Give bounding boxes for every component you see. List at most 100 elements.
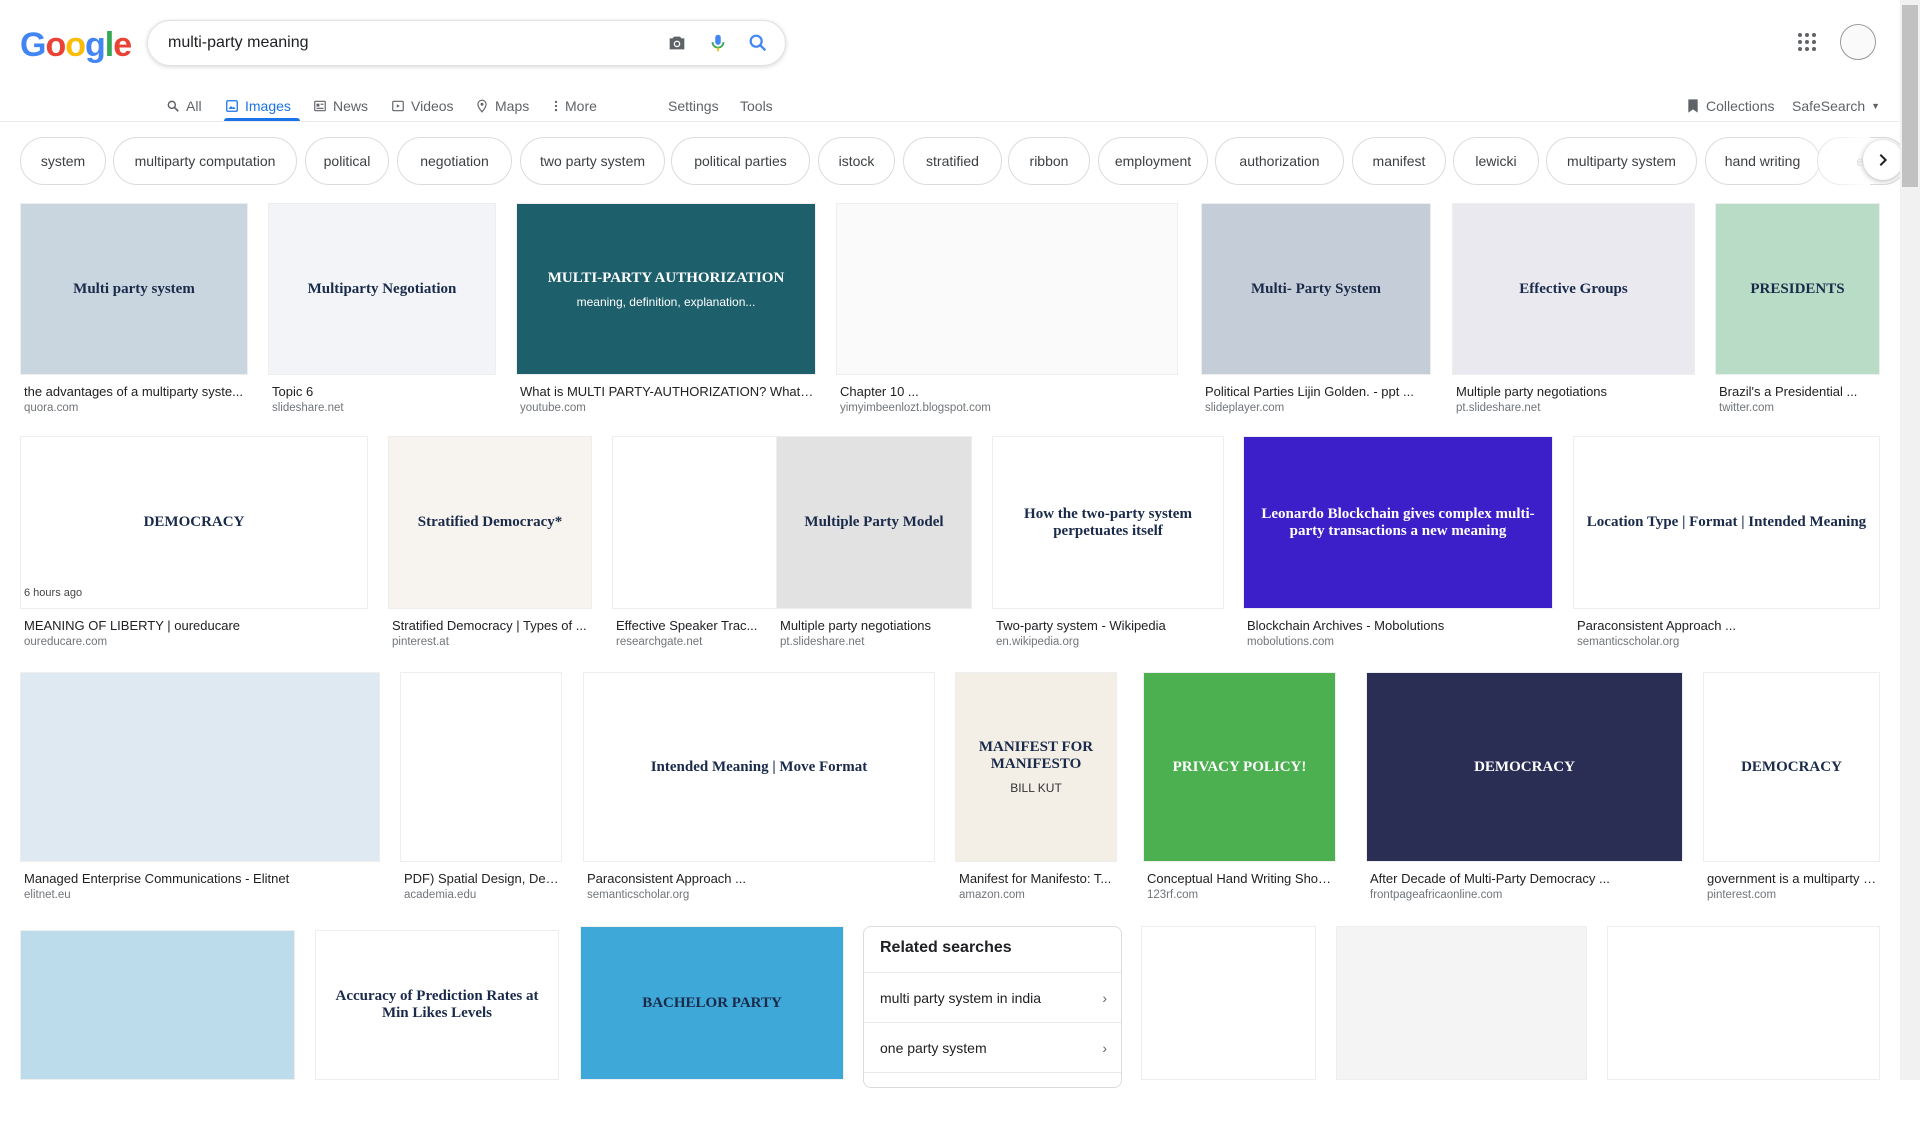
result-source[interactable]: quora.com xyxy=(24,402,78,414)
chip-political[interactable]: political xyxy=(305,137,389,185)
image-result[interactable]: Chapter 10 ... yimyimbeenlozt.blogspot.co… xyxy=(836,203,1178,419)
result-title[interactable]: What is MULTI PARTY-AUTHORIZATION? What … xyxy=(520,384,814,399)
result-title[interactable]: Brazil's a Presidential ... xyxy=(1719,384,1878,399)
image-result[interactable]: BACHELOR PARTY xyxy=(580,926,844,1124)
result-thumbnail[interactable]: DEMOCRACY xyxy=(20,436,368,609)
result-title[interactable]: Chapter 10 ... xyxy=(840,384,1176,399)
result-title[interactable]: Multiple party negotiations xyxy=(1456,384,1693,399)
microphone-icon[interactable] xyxy=(706,31,730,55)
result-source[interactable]: semanticscholar.org xyxy=(587,889,689,901)
result-title[interactable]: the advantages of a multiparty syste... xyxy=(24,384,246,399)
tab-videos[interactable]: Videos xyxy=(391,90,454,122)
chip-two-party-system[interactable]: two party system xyxy=(520,137,665,185)
image-result[interactable]: Multiparty Negotiation Topic 6 slideshare.… xyxy=(268,203,496,419)
result-thumbnail[interactable]: Location Type | Format | Intended Meanin… xyxy=(1573,436,1880,609)
result-title[interactable]: After Decade of Multi-Party Democracy ..… xyxy=(1370,871,1681,886)
settings-link[interactable]: Settings xyxy=(668,90,719,122)
related-search-item[interactable]: one party system › xyxy=(864,1022,1121,1072)
google-logo[interactable]: Google xyxy=(20,26,132,65)
tab-more[interactable]: More xyxy=(553,90,597,122)
image-result[interactable]: MULTI-PARTY AUTHORIZATION meaning, defini… xyxy=(516,203,816,419)
chip-multiparty-computation[interactable]: multiparty computation xyxy=(113,137,297,185)
result-title[interactable]: Paraconsistent Approach ... xyxy=(1577,618,1878,633)
result-source[interactable]: pt.slideshare.net xyxy=(780,636,864,648)
result-source[interactable]: elitnet.eu xyxy=(24,889,71,901)
result-title[interactable]: Effective Speaker Trac... xyxy=(616,618,790,633)
image-result[interactable]: Multi party system the advantages of a mu… xyxy=(20,203,248,419)
result-source[interactable]: frontpageafricaonline.com xyxy=(1370,889,1502,901)
image-result[interactable] xyxy=(20,930,295,1124)
chip-employment[interactable]: employment xyxy=(1098,137,1208,185)
image-result[interactable] xyxy=(1336,926,1587,1124)
image-result[interactable]: PRESIDENTS Brazil's a Presidential ... twi… xyxy=(1715,203,1880,419)
result-source[interactable]: academia.edu xyxy=(404,889,476,901)
image-result[interactable]: How the two-party system perpetuates its… xyxy=(992,436,1224,653)
image-result[interactable]: Accuracy of Prediction Rates at Min Like… xyxy=(315,930,559,1124)
result-thumbnail[interactable]: PRIVACY POLICY! xyxy=(1143,672,1336,862)
search-icon[interactable] xyxy=(746,31,770,55)
tab-maps[interactable]: Maps xyxy=(475,90,529,122)
result-source[interactable]: youtube.com xyxy=(520,402,586,414)
scrollbar-thumb[interactable] xyxy=(1902,5,1918,187)
apps-grid-icon[interactable] xyxy=(1795,30,1819,54)
result-thumbnail[interactable]: DEMOCRACY xyxy=(1703,672,1880,862)
result-thumbnail[interactable] xyxy=(1607,926,1880,1080)
camera-icon[interactable] xyxy=(665,31,689,55)
result-title[interactable]: government is a multiparty d... xyxy=(1707,871,1878,886)
chip-political-parties[interactable]: political parties xyxy=(671,137,810,185)
result-source[interactable]: semanticscholar.org xyxy=(1577,636,1679,648)
result-thumbnail[interactable]: Effective Groups xyxy=(1452,203,1695,375)
result-thumbnail[interactable]: Multiparty Negotiation xyxy=(268,203,496,375)
chip-system[interactable]: system xyxy=(20,137,106,185)
result-title[interactable]: Political Parties Lijin Golden. - ppt ..… xyxy=(1205,384,1429,399)
result-thumbnail[interactable] xyxy=(400,672,562,862)
result-thumbnail[interactable]: Intended Meaning | Move Format xyxy=(583,672,935,862)
image-result[interactable]: Stratified Democracy* Stratified Democrac… xyxy=(388,436,592,653)
result-thumbnail[interactable] xyxy=(1336,926,1587,1080)
image-result[interactable]: Multi- Party System Political Parties Lij… xyxy=(1201,203,1431,419)
search-input[interactable] xyxy=(166,31,650,55)
image-result[interactable]: Multiple Party Model Multiple party negot… xyxy=(776,436,972,653)
result-title[interactable]: Multiple party negotiations xyxy=(780,618,970,633)
result-thumbnail[interactable] xyxy=(836,203,1178,375)
collections-link[interactable]: Collections xyxy=(1686,90,1774,122)
result-title[interactable]: Blockchain Archives - Mobolutions xyxy=(1247,618,1551,633)
avatar[interactable] xyxy=(1840,24,1876,60)
image-result[interactable]: PDF) Spatial Design, Des... academia.edu xyxy=(400,672,562,906)
image-result[interactable]: Effective Speaker Trac... researchgate.ne… xyxy=(612,436,792,653)
result-thumbnail[interactable]: How the two-party system perpetuates its… xyxy=(992,436,1224,609)
image-result[interactable] xyxy=(1607,926,1880,1124)
result-title[interactable]: MEANING OF LIBERTY | oureducare xyxy=(24,618,366,633)
result-source[interactable]: amazon.com xyxy=(959,889,1025,901)
result-thumbnail[interactable]: Stratified Democracy* xyxy=(388,436,592,609)
image-result[interactable]: Location Type | Format | Intended Meanin… xyxy=(1573,436,1880,653)
result-thumbnail[interactable]: Multiple Party Model xyxy=(776,436,972,609)
result-thumbnail[interactable]: MANIFEST FOR MANIFESTO BILL KUT xyxy=(955,672,1117,862)
tab-news[interactable]: News xyxy=(313,90,368,122)
chip-multiparty-system[interactable]: multiparty system xyxy=(1546,137,1697,185)
chip-manifest[interactable]: manifest xyxy=(1352,137,1446,185)
result-title[interactable]: Stratified Democracy | Types of ... xyxy=(392,618,590,633)
image-result[interactable]: MANIFEST FOR MANIFESTO BILL KUT Manifest f… xyxy=(955,672,1117,906)
result-source[interactable]: mobolutions.com xyxy=(1247,636,1334,648)
chip-istock[interactable]: istock xyxy=(818,137,895,185)
result-source[interactable]: pt.slideshare.net xyxy=(1456,402,1540,414)
result-title[interactable]: Conceptual Hand Writing Showin... xyxy=(1147,871,1334,886)
result-source[interactable]: slideplayer.com xyxy=(1205,402,1284,414)
result-title[interactable]: Manifest for Manifesto: T... xyxy=(959,871,1115,886)
result-thumbnail[interactable] xyxy=(612,436,792,609)
result-source[interactable]: slideshare.net xyxy=(272,402,344,414)
result-thumbnail[interactable]: Accuracy of Prediction Rates at Min Like… xyxy=(315,930,559,1080)
image-result[interactable]: Leonardo Blockchain gives complex multi-… xyxy=(1243,436,1553,653)
image-result[interactable]: DEMOCRACY 6 hours ago MEANING OF LIBERTY |… xyxy=(20,436,368,653)
result-title[interactable]: Managed Enterprise Communications - Elit… xyxy=(24,871,378,886)
result-source[interactable]: en.wikipedia.org xyxy=(996,636,1079,648)
image-result[interactable]: Intended Meaning | Move Format Paraconsis… xyxy=(583,672,935,906)
chip-lewicki[interactable]: lewicki xyxy=(1453,137,1539,185)
result-source[interactable]: pinterest.com xyxy=(1707,889,1776,901)
image-result[interactable]: DEMOCRACY government is a multiparty d...… xyxy=(1703,672,1880,906)
result-thumbnail[interactable]: Leonardo Blockchain gives complex multi-… xyxy=(1243,436,1553,609)
tools-link[interactable]: Tools xyxy=(740,90,773,122)
result-title[interactable]: Topic 6 xyxy=(272,384,494,399)
result-thumbnail[interactable] xyxy=(20,930,295,1080)
